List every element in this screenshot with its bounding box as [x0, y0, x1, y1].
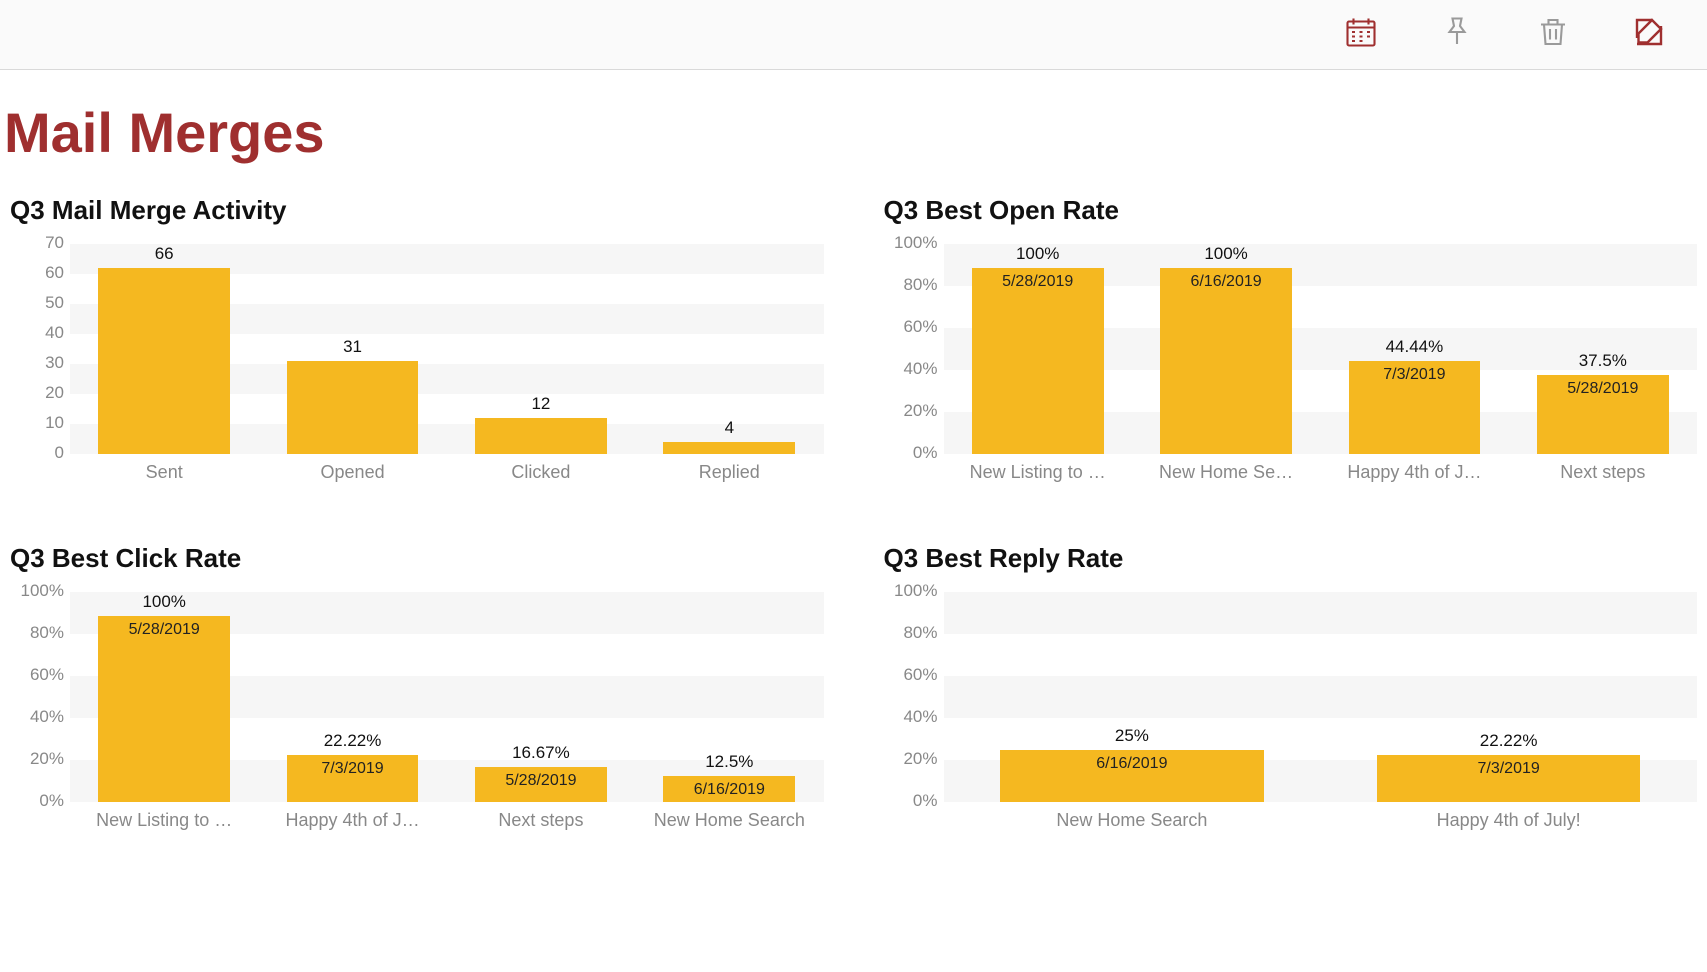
x-label: Replied	[635, 462, 823, 483]
bar[interactable]: 5/28/2019	[98, 616, 230, 802]
charts-grid: Q3 Mail Merge Activity 706050403020100 66 3…	[0, 195, 1707, 831]
chart-title: Q3 Best Open Rate	[884, 195, 1698, 226]
x-axis: New Home SearchHappy 4th of July!	[944, 810, 1698, 831]
chart-open_rate: Q3 Best Open Rate 100%80%60%40%20%0% 100% 5…	[884, 195, 1698, 483]
bar-column: 37.5% 5/28/2019	[1509, 244, 1697, 454]
bar[interactable]: 7/3/2019	[1349, 361, 1481, 454]
bar-value-label: 100%	[142, 592, 185, 612]
bar-column: 25% 6/16/2019	[944, 592, 1321, 802]
toolbar	[0, 0, 1707, 70]
x-axis: New Listing to …New Home Se…Happy 4th of…	[944, 462, 1698, 483]
bar[interactable]	[98, 268, 230, 454]
bar-column: 44.44% 7/3/2019	[1320, 244, 1508, 454]
bar[interactable]: 7/3/2019	[1377, 755, 1641, 802]
trash-icon[interactable]	[1535, 14, 1571, 55]
bar[interactable]: 6/16/2019	[663, 776, 795, 802]
y-axis: 100%80%60%40%20%0%	[884, 244, 944, 454]
bar[interactable]: 6/16/2019	[1000, 750, 1264, 803]
page-title: Mail Merges	[0, 90, 1707, 195]
bar-value-label: 37.5%	[1579, 351, 1627, 371]
bar-inner-label: 5/28/2019	[1567, 375, 1638, 398]
bar-inner-label: 5/28/2019	[505, 767, 576, 790]
bar[interactable]: 5/28/2019	[475, 767, 607, 802]
bar-column: 66	[70, 244, 258, 454]
chart-title: Q3 Best Reply Rate	[884, 543, 1698, 574]
bar[interactable]	[287, 361, 419, 454]
bar-inner-label: 7/3/2019	[1477, 755, 1539, 778]
chart-title: Q3 Best Click Rate	[10, 543, 824, 574]
bar-column: 100% 5/28/2019	[944, 244, 1132, 454]
y-axis: 100%80%60%40%20%0%	[884, 592, 944, 802]
x-axis: New Listing to …Happy 4th of J…Next step…	[70, 810, 824, 831]
bar-value-label: 12	[531, 394, 550, 414]
bar-value-label: 100%	[1204, 244, 1247, 264]
x-label: Sent	[70, 462, 258, 483]
bar-column: 100% 6/16/2019	[1132, 244, 1320, 454]
x-label: New Home Search	[944, 810, 1321, 831]
bar-inner-label: 5/28/2019	[1002, 268, 1073, 291]
bar[interactable]	[663, 442, 795, 454]
bar-value-label: 25%	[1115, 726, 1149, 746]
bar-value-label: 44.44%	[1386, 337, 1444, 357]
bar-column: 16.67% 5/28/2019	[447, 592, 635, 802]
bar-value-label: 100%	[1016, 244, 1059, 264]
bar-inner-label: 7/3/2019	[1383, 361, 1445, 384]
chart-title: Q3 Mail Merge Activity	[10, 195, 824, 226]
x-label: Opened	[258, 462, 446, 483]
x-label: Happy 4th of J…	[258, 810, 446, 831]
bar-inner-label: 5/28/2019	[129, 616, 200, 639]
bar-value-label: 31	[343, 337, 362, 357]
bar[interactable]: 7/3/2019	[287, 755, 419, 802]
plot-area: 100% 5/28/2019 100% 6/16/2019 44.44% 7/3/2019…	[944, 244, 1698, 454]
bar-value-label: 12.5%	[705, 752, 753, 772]
bar-column: 12	[447, 244, 635, 454]
bar-value-label: 4	[725, 418, 734, 438]
bar-column: 22.22% 7/3/2019	[1320, 592, 1697, 802]
bar[interactable]: 5/28/2019	[972, 268, 1104, 454]
bar-value-label: 16.67%	[512, 743, 570, 763]
plot-area: 100% 5/28/2019 22.22% 7/3/2019 16.67% 5/28/20…	[70, 592, 824, 802]
bar[interactable]	[475, 418, 607, 454]
chart-reply_rate: Q3 Best Reply Rate 100%80%60%40%20%0% 25% 6…	[884, 543, 1698, 831]
calendar-icon[interactable]	[1343, 14, 1379, 55]
plot-area: 25% 6/16/2019 22.22% 7/3/2019	[944, 592, 1698, 802]
x-label: Clicked	[447, 462, 635, 483]
bar-value-label: 22.22%	[324, 731, 382, 751]
y-axis: 706050403020100	[10, 244, 70, 454]
chart-activity: Q3 Mail Merge Activity 706050403020100 66 3…	[10, 195, 824, 483]
edit-icon[interactable]	[1631, 14, 1667, 55]
x-label: New Listing to …	[70, 810, 258, 831]
x-label: New Home Se…	[1132, 462, 1320, 483]
x-label: New Listing to …	[944, 462, 1132, 483]
x-label: New Home Search	[635, 810, 823, 831]
bar-value-label: 66	[155, 244, 174, 264]
bar-inner-label: 6/16/2019	[694, 776, 765, 799]
page: Mail Merges Q3 Mail Merge Activity 706050…	[0, 70, 1707, 871]
x-label: Happy 4th of J…	[1320, 462, 1508, 483]
bar-column: 100% 5/28/2019	[70, 592, 258, 802]
bar-inner-label: 7/3/2019	[321, 755, 383, 778]
bar-value-label: 22.22%	[1480, 731, 1538, 751]
bar[interactable]: 5/28/2019	[1537, 375, 1669, 454]
y-axis: 100%80%60%40%20%0%	[10, 592, 70, 802]
x-label: Next steps	[1509, 462, 1697, 483]
x-label: Happy 4th of July!	[1320, 810, 1697, 831]
bar[interactable]: 6/16/2019	[1160, 268, 1292, 454]
bar-inner-label: 6/16/2019	[1096, 750, 1167, 773]
pin-icon[interactable]	[1439, 14, 1475, 55]
bar-column: 22.22% 7/3/2019	[258, 592, 446, 802]
bar-inner-label: 6/16/2019	[1190, 268, 1261, 291]
x-axis: SentOpenedClickedReplied	[70, 462, 824, 483]
chart-click_rate: Q3 Best Click Rate100%80%60%40%20%0%100%…	[10, 543, 824, 831]
plot-area: 66 31 12 4	[70, 244, 824, 454]
x-label: Next steps	[447, 810, 635, 831]
bar-column: 12.5% 6/16/2019	[635, 592, 823, 802]
bar-column: 4	[635, 244, 823, 454]
bar-column: 31	[258, 244, 446, 454]
